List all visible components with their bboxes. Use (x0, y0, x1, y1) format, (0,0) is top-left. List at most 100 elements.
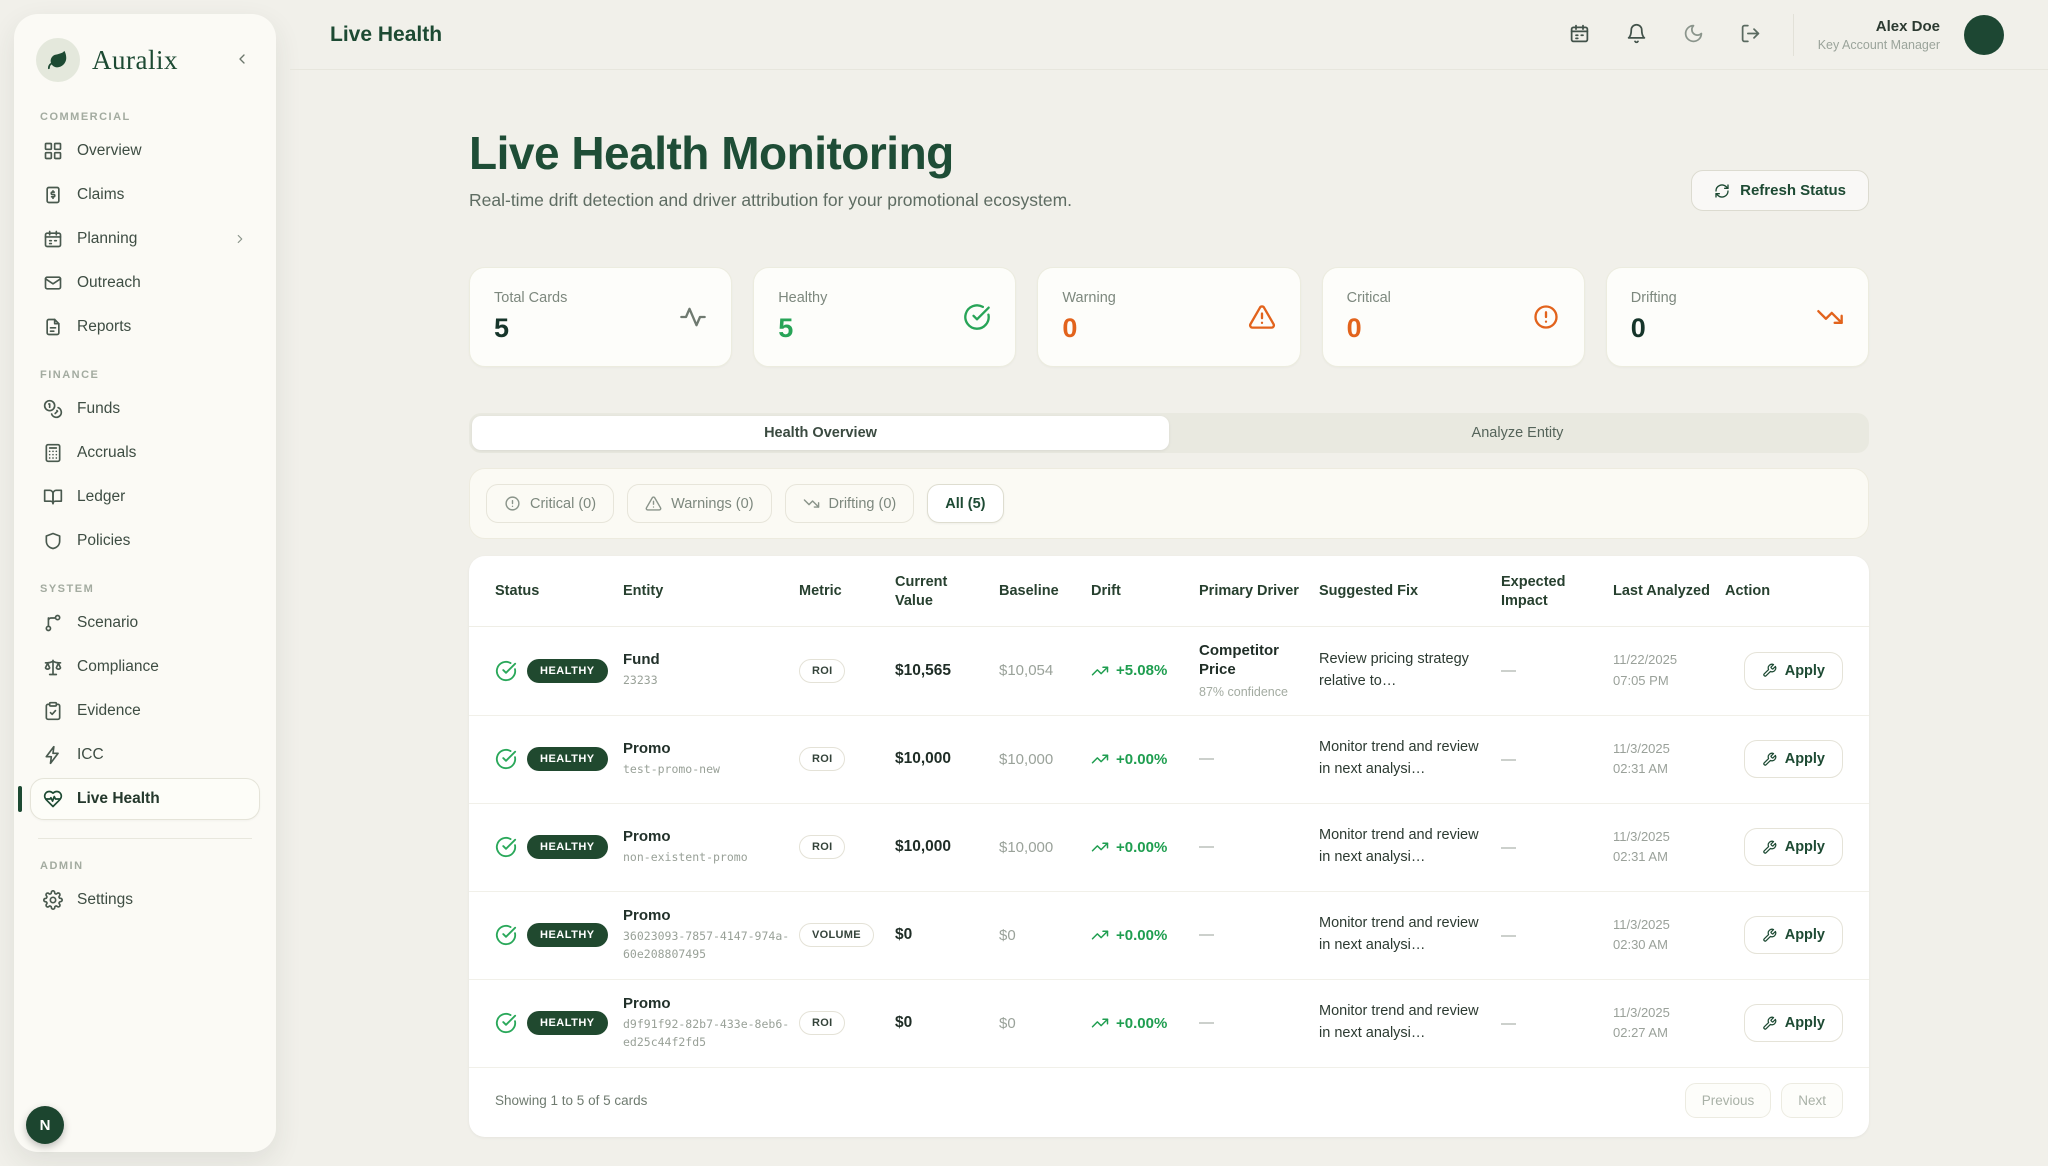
filter-chip-drifting[interactable]: Drifting (0) (785, 484, 915, 523)
circle-check-icon (963, 303, 991, 331)
leaf-icon (47, 49, 69, 71)
sidebar-item-reports[interactable]: Reports (30, 306, 260, 348)
sidebar-item-claims[interactable]: Claims (30, 174, 260, 216)
apply-button[interactable]: Apply (1744, 828, 1843, 866)
metric-cell: ROI (799, 747, 895, 771)
clipboard-check-icon (43, 701, 63, 721)
sidebar-section-label: ADMIN (40, 860, 250, 872)
filter-chip-label: All (5) (945, 496, 985, 512)
expected-impact: — (1501, 662, 1613, 679)
filter-bar: Critical (0) Warnings (0) Drifting (0) All … (469, 468, 1869, 539)
table-header-row: StatusEntityMetricCurrent ValueBaselineD… (469, 556, 1869, 627)
suggested-fix: Monitor trend and review in next analysi… (1319, 737, 1501, 781)
file-icon (43, 317, 63, 337)
entity-name: Promo (623, 740, 799, 757)
calendar-icon (43, 229, 63, 249)
apply-label: Apply (1785, 839, 1825, 855)
table-row: HEALTHYPromotest-promo-newROI$10,000$10,… (469, 716, 1869, 804)
stat-card-warning: Warning0 (1037, 267, 1300, 367)
entity-name: Promo (623, 828, 799, 845)
entity-cell: Promo non-existent-promo (623, 828, 799, 867)
shield-icon (43, 531, 63, 551)
primary-driver-cell: Competitor Price87% confidence (1199, 641, 1319, 701)
apply-button[interactable]: Apply (1744, 652, 1843, 690)
tab-health-overview[interactable]: Health Overview (472, 416, 1169, 450)
entity-name: Promo (623, 907, 799, 924)
page-header-title: Live Health (330, 23, 442, 47)
sidebar-item-evidence[interactable]: Evidence (30, 690, 260, 732)
sidebar-item-label: Scenario (77, 614, 138, 632)
sidebar-item-funds[interactable]: Funds (30, 388, 260, 430)
tab-bar: Health OverviewAnalyze Entity (469, 413, 1869, 453)
moon-icon (1683, 23, 1704, 44)
primary-driver: — (1199, 926, 1214, 943)
column-header-expected-impact: Expected Impact (1501, 573, 1613, 611)
column-header-metric: Metric (799, 582, 895, 601)
trending-up-icon (1091, 838, 1109, 856)
metric-cell: ROI (799, 1011, 895, 1035)
column-header-entity: Entity (623, 582, 799, 601)
circle-check-icon (495, 748, 517, 770)
user-avatar[interactable] (1964, 15, 2004, 55)
status-badge: HEALTHY (527, 923, 608, 947)
sidebar-item-label: Live Health (77, 790, 160, 808)
primary-driver: — (1199, 750, 1214, 767)
expected-impact: — (1501, 751, 1613, 768)
logout-button[interactable] (1740, 23, 1761, 47)
stat-value: 0 (1347, 313, 1391, 344)
expected-impact: — (1501, 839, 1613, 856)
entity-id: non-existent-promo (623, 849, 799, 867)
filter-chip-label: Warnings (0) (671, 496, 753, 512)
filter-chip-critical[interactable]: Critical (0) (486, 484, 614, 523)
table-row: HEALTHYPromo36023093-7857-4147-974a-60e2… (469, 892, 1869, 980)
bell-button[interactable] (1626, 23, 1647, 47)
circle-check-icon (495, 924, 517, 946)
trending-up-icon (1091, 926, 1109, 944)
wrench-icon (1762, 840, 1777, 855)
sidebar-item-policies[interactable]: Policies (30, 520, 260, 562)
table-row: HEALTHYFund23233ROI$10,565$10,054+5.08%C… (469, 627, 1869, 716)
apply-button[interactable]: Apply (1744, 740, 1843, 778)
sidebar-item-label: Ledger (77, 488, 125, 506)
sidebar-section-label: FINANCE (40, 369, 250, 381)
previous-button[interactable]: Previous (1685, 1083, 1772, 1118)
sidebar-item-label: Outreach (77, 274, 141, 292)
table-body: HEALTHYFund23233ROI$10,565$10,054+5.08%C… (469, 627, 1869, 1068)
stat-text: Total Cards5 (494, 290, 567, 344)
moon-button[interactable] (1683, 23, 1704, 47)
baseline-value: $10,054 (999, 662, 1091, 679)
apply-button[interactable]: Apply (1744, 916, 1843, 954)
sidebar-item-ledger[interactable]: Ledger (30, 476, 260, 518)
suggested-fix: Monitor trend and review in next analysi… (1319, 1001, 1501, 1045)
refresh-status-button[interactable]: Refresh Status (1691, 170, 1869, 211)
filter-chip-all[interactable]: All (5) (927, 484, 1003, 523)
tab-analyze-entity[interactable]: Analyze Entity (1169, 416, 1866, 450)
bottom-avatar[interactable]: N (26, 1106, 64, 1144)
sidebar-item-overview[interactable]: Overview (30, 130, 260, 172)
sidebar-item-planning[interactable]: Planning (30, 218, 260, 260)
sidebar: Auralix COMMERCIALOverviewClaimsPlanning… (14, 14, 276, 1152)
chevron-right-icon (233, 232, 247, 246)
sidebar-collapse-button[interactable] (230, 47, 254, 74)
activity-icon (679, 303, 707, 331)
sidebar-item-outreach[interactable]: Outreach (30, 262, 260, 304)
sidebar-item-settings[interactable]: Settings (30, 879, 260, 921)
apply-button[interactable]: Apply (1744, 1004, 1843, 1042)
sidebar-item-label: ICC (77, 746, 104, 764)
sidebar-item-label: Overview (77, 142, 142, 160)
sidebar-item-live-health[interactable]: Live Health (30, 778, 260, 820)
drift-cell: +0.00% (1091, 838, 1199, 856)
calendar-button[interactable] (1569, 23, 1590, 47)
stat-card-healthy: Healthy5 (753, 267, 1016, 367)
next-button[interactable]: Next (1781, 1083, 1843, 1118)
sidebar-item-icc[interactable]: ICC (30, 734, 260, 776)
last-analyzed-cell: 11/3/202502:31 AM (1613, 827, 1725, 867)
filter-chip-warnings[interactable]: Warnings (0) (627, 484, 771, 523)
triangle-alert-icon (1248, 303, 1276, 331)
sidebar-item-compliance[interactable]: Compliance (30, 646, 260, 688)
sidebar-item-scenario[interactable]: Scenario (30, 602, 260, 644)
stat-value: 5 (778, 313, 827, 344)
sidebar-item-accruals[interactable]: Accruals (30, 432, 260, 474)
suggested-fix: Review pricing strategy relative to… (1319, 649, 1501, 693)
sidebar-section-label: SYSTEM (40, 583, 250, 595)
